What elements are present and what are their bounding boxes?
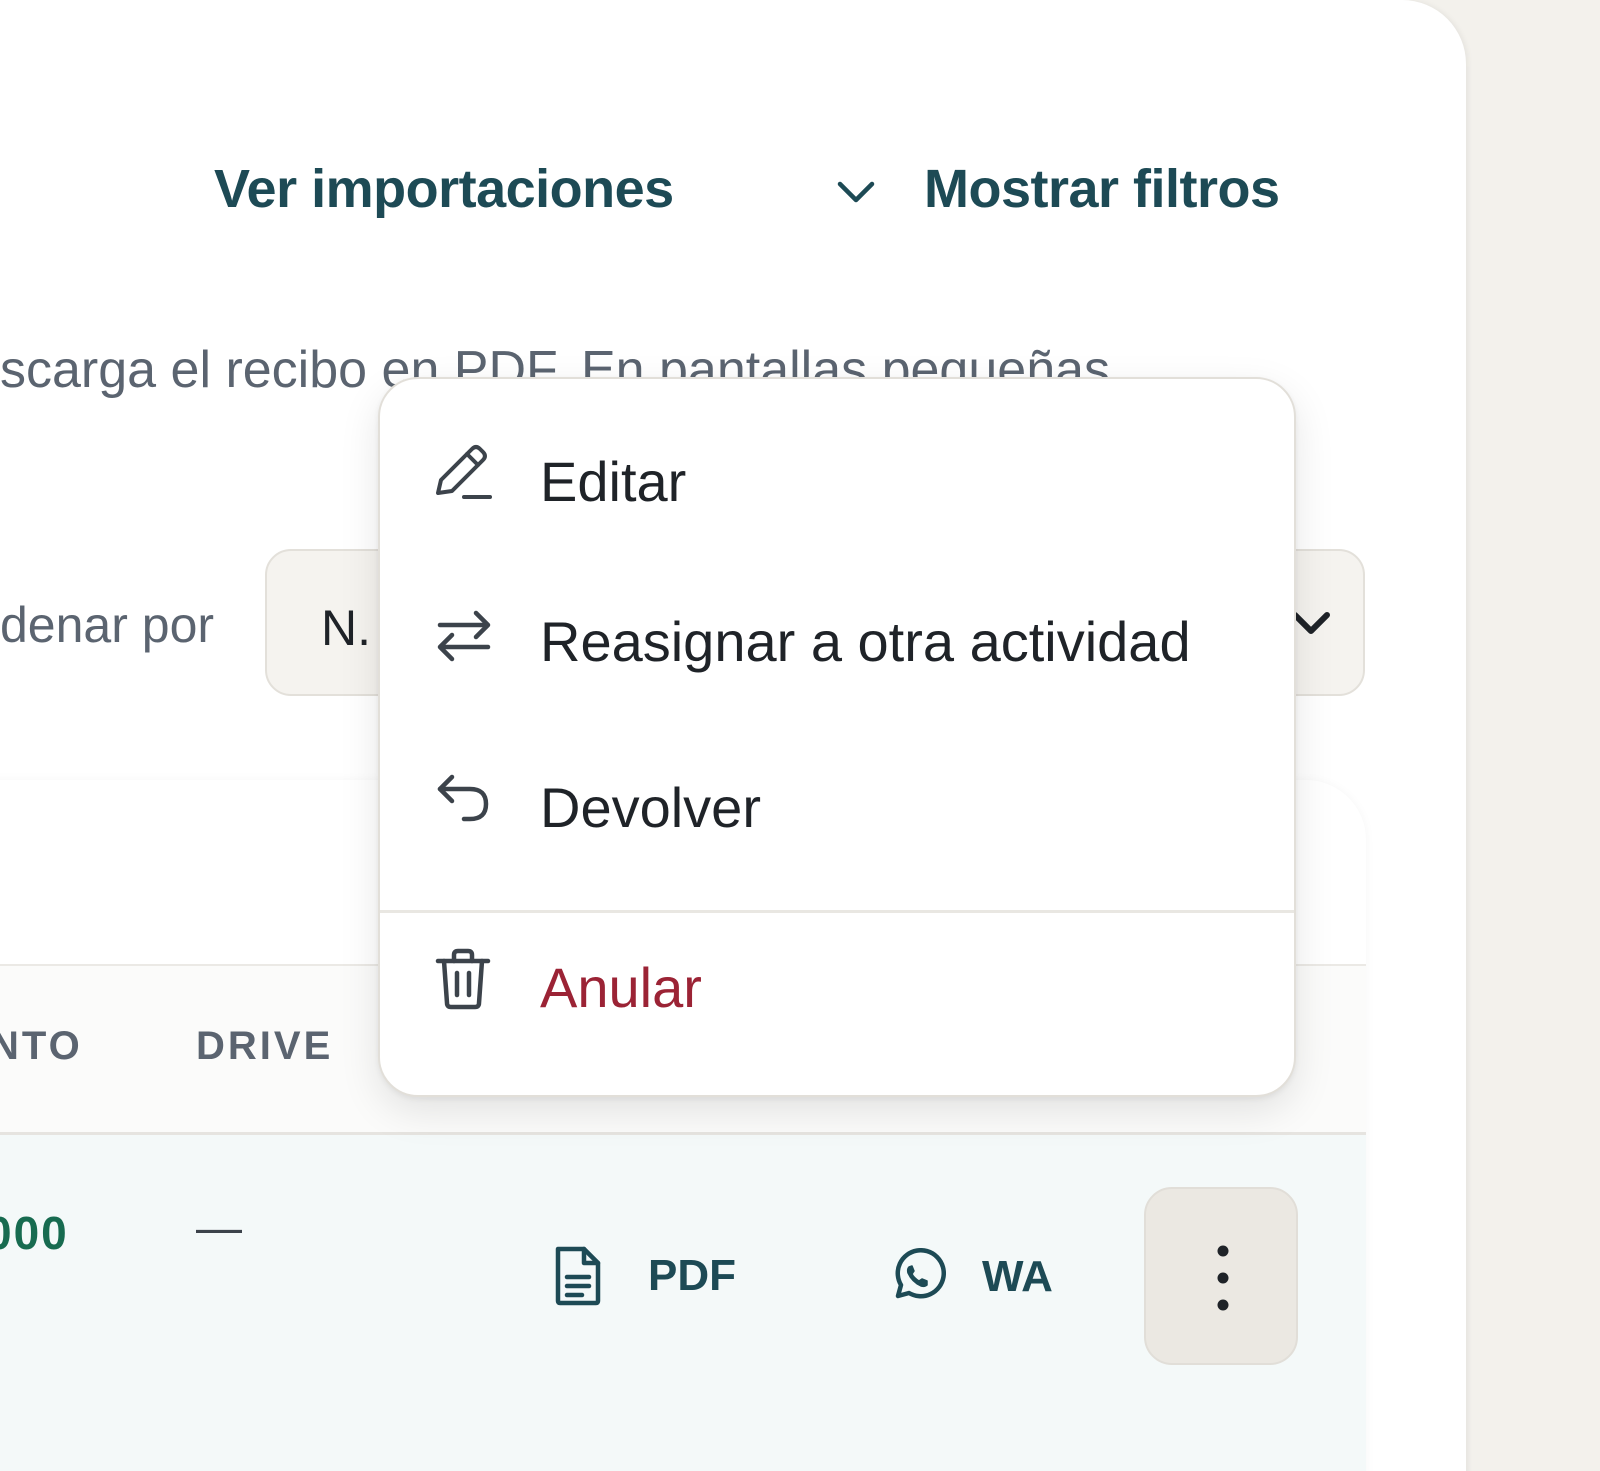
row-more-actions-button[interactable] (1144, 1187, 1298, 1365)
arrows-swap-icon (437, 610, 491, 662)
menu-item-label: Editar (540, 450, 687, 513)
menu-item-label: Devolver (540, 776, 761, 839)
row-drive: — (196, 1201, 242, 1253)
whatsapp-icon (895, 1248, 946, 1299)
menu-item-void[interactable]: Anular (380, 941, 1294, 1091)
wa-label: WA (982, 1252, 1053, 1301)
sort-label: denar por (0, 597, 215, 653)
column-header-drive: DRIVE (196, 1024, 334, 1068)
more-vertical-icon (1217, 1245, 1229, 1311)
chevron-down-icon[interactable] (834, 174, 878, 210)
menu-divider (380, 910, 1294, 913)
menu-item-return[interactable]: Devolver (380, 755, 1294, 905)
row-amount: 000 (0, 1207, 69, 1259)
view-imports-link[interactable]: Ver importaciones (214, 158, 674, 220)
pdf-button[interactable]: PDF (552, 1245, 736, 1307)
undo-arrow-icon (437, 774, 489, 822)
whatsapp-button[interactable]: WA (888, 1248, 1053, 1306)
pencil-icon (436, 445, 492, 499)
pdf-label: PDF (648, 1251, 736, 1300)
menu-item-edit[interactable]: Editar (380, 423, 1294, 573)
menu-item-label: Reasignar a otra actividad (540, 610, 1191, 673)
trash-icon (435, 948, 491, 1010)
menu-item-label: Anular (540, 956, 702, 1019)
document-icon (555, 1246, 601, 1306)
row-actions-menu: Editar Reasignar a otra actividad Devolv… (378, 377, 1296, 1097)
column-header-amount: NTO (0, 1024, 83, 1068)
sort-selected-value: N. (321, 600, 371, 656)
show-filters-link[interactable]: Mostrar filtros (924, 158, 1280, 220)
app-stage: Ver importaciones Mostrar filtros scarga… (0, 0, 1600, 1471)
menu-item-reassign[interactable]: Reasignar a otra actividad (380, 589, 1294, 739)
